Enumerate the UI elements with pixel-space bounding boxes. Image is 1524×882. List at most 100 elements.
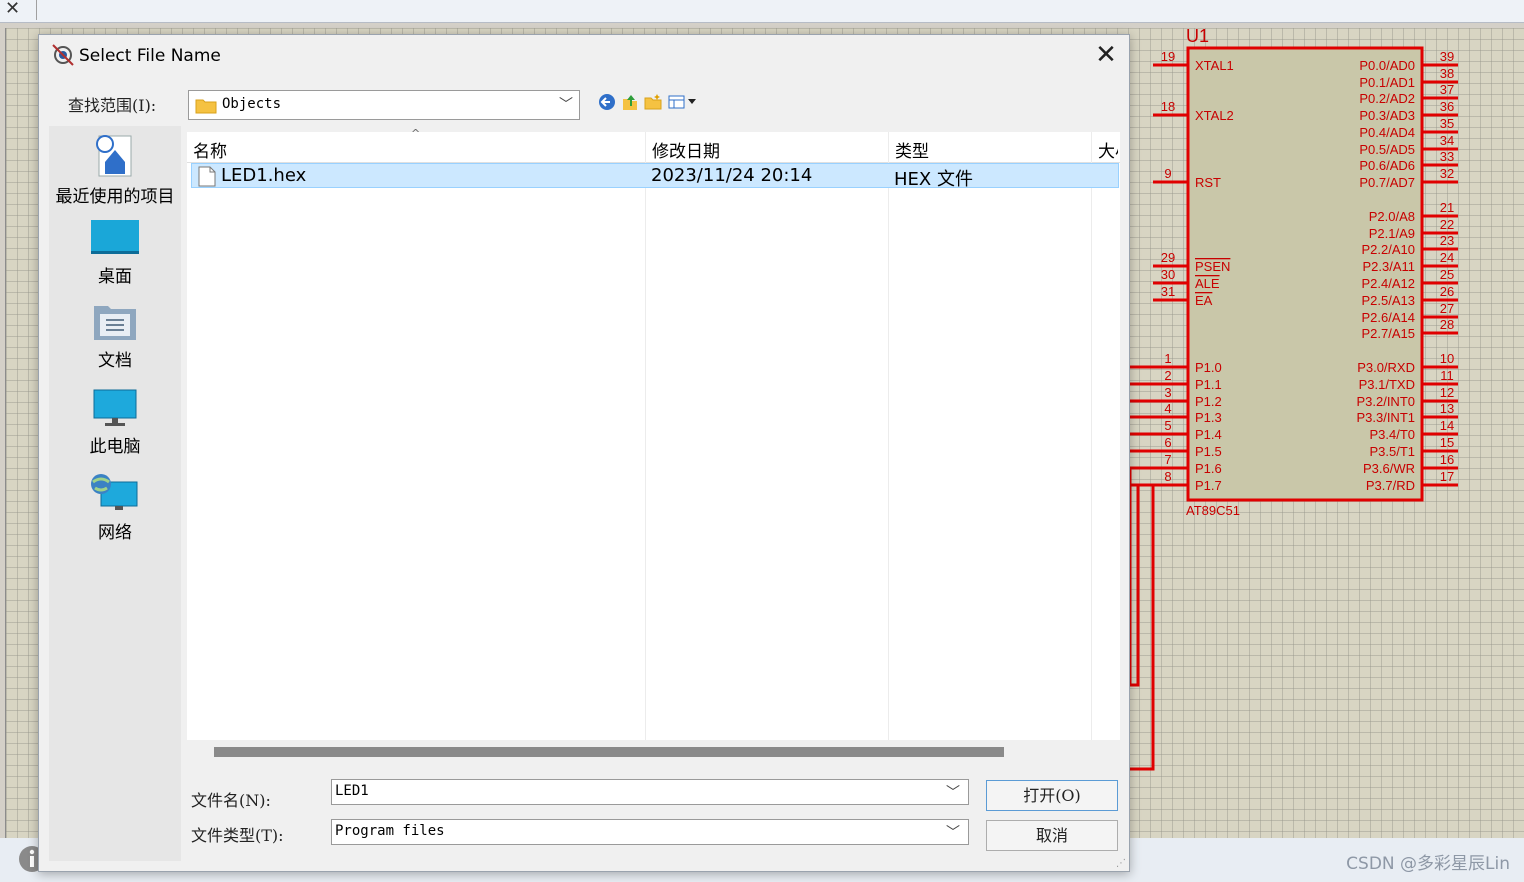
pin-label: P3.1/TXD [1359, 377, 1415, 392]
file-list[interactable]: ^ 名称 修改日期 类型 大小 LED1.hex 2023/11/24 20:1… [187, 127, 1120, 740]
close-icon[interactable]: ✕ [5, 0, 20, 19]
pin-label: P3.7/RD [1366, 478, 1415, 493]
pin-number: 30 [1161, 267, 1175, 282]
place-label: 此电脑 [89, 437, 141, 457]
pin-label: EA [1195, 293, 1213, 308]
pin-label: P1.7 [1195, 478, 1222, 493]
look-in-dropdown[interactable]: Objects ﹀ [188, 90, 580, 120]
filetype-select[interactable]: Program files ﹀ [331, 819, 969, 845]
pin-number: 12 [1440, 385, 1454, 400]
filetype-value: Program files [335, 823, 445, 839]
wire [1130, 485, 1155, 771]
pin-label: P2.5/A13 [1362, 293, 1416, 308]
pin-number: 32 [1440, 166, 1454, 181]
pin-label: P2.3/A11 [1362, 259, 1415, 274]
chevron-down-icon[interactable]: ﹀ [946, 822, 960, 842]
pin-label: P2.2/A10 [1362, 242, 1416, 257]
pin-label: P3.2/INT0 [1356, 394, 1415, 409]
pin-label: P0.1/AD1 [1359, 75, 1415, 90]
pin-number: 16 [1440, 452, 1454, 467]
up-folder-icon[interactable] [621, 93, 639, 111]
pin-label: PSEN [1195, 259, 1230, 274]
pin-number: 3 [1164, 385, 1171, 400]
place-desktop[interactable]: 桌面 [49, 218, 181, 287]
dialog-title: Select File Name [79, 46, 221, 66]
filetype-label: 文件类型(T): [191, 826, 284, 845]
look-in-label: 查找范围(I): [68, 96, 157, 115]
pin-number: 19 [1161, 49, 1175, 64]
resize-grip-icon[interactable]: ⋰ [1116, 858, 1126, 869]
pin-label: P1.1 [1195, 377, 1222, 392]
place-this-pc[interactable]: 此电脑 [49, 388, 181, 457]
pin-number: 27 [1440, 301, 1454, 316]
look-in-value: Objects [222, 96, 282, 112]
column-header-type[interactable]: 类型 [895, 137, 929, 162]
pin-label: P1.6 [1195, 461, 1222, 476]
close-button[interactable]: ✕ [1091, 41, 1121, 71]
place-documents[interactable]: 文档 [49, 302, 181, 371]
scrollbar-thumb[interactable] [214, 747, 1004, 757]
pin-number: 18 [1161, 99, 1175, 114]
pin-label: XTAL1 [1195, 58, 1234, 73]
this-pc-icon [93, 389, 137, 426]
at89c51-chip[interactable]: U1AT89C5119XTAL118XTAL29RST29PSEN30ALE31… [1120, 25, 1470, 785]
place-recent[interactable]: 最近使用的项目 [49, 132, 181, 207]
pin-label: P0.3/AD3 [1359, 108, 1415, 123]
column-header-size[interactable]: 大小 [1098, 137, 1118, 162]
sort-arrow-icon: ^ [411, 127, 421, 140]
pin-number: 29 [1161, 250, 1175, 265]
column-header-modified[interactable]: 修改日期 [652, 137, 720, 162]
pin-number: 8 [1164, 469, 1171, 484]
editor-toolbar: ✕ [0, 0, 1524, 23]
pin-number: 11 [1440, 368, 1454, 383]
pin-number: 31 [1161, 284, 1175, 299]
pin-label: P1.2 [1195, 394, 1222, 409]
pin-number: 23 [1440, 233, 1454, 248]
file-name: LED1.hex [221, 165, 307, 186]
pin-number: 28 [1440, 317, 1454, 332]
file-row[interactable]: LED1.hex 2023/11/24 20:14 HEX 文件 [191, 163, 1119, 190]
pin-label: P3.6/WR [1363, 461, 1415, 476]
desktop-icon [91, 220, 139, 254]
pin-label: P3.4/T0 [1369, 427, 1415, 442]
pin-number: 15 [1440, 435, 1454, 450]
watermark: CSDN @多彩星辰Lin [1346, 854, 1510, 874]
pin-number: 10 [1440, 351, 1454, 366]
pin-number: 36 [1440, 99, 1454, 114]
new-folder-icon[interactable] [644, 93, 662, 111]
pin-number: 24 [1440, 250, 1454, 265]
pin-label: P0.0/AD0 [1359, 58, 1415, 73]
pin-number: 25 [1440, 267, 1454, 282]
pin-number: 5 [1164, 418, 1171, 433]
horizontal-scrollbar[interactable] [187, 740, 1120, 762]
open-button[interactable]: 打开(O) [986, 780, 1118, 811]
pin-number: 9 [1164, 166, 1171, 181]
chip-part-label: AT89C51 [1186, 503, 1240, 518]
documents-icon [94, 306, 136, 340]
pin-label: XTAL2 [1195, 108, 1234, 123]
pin-label: P3.3/INT1 [1356, 410, 1415, 425]
chevron-down-icon[interactable]: ﹀ [946, 782, 960, 802]
app-icon [52, 44, 74, 66]
column-header-name[interactable]: 名称 [193, 137, 227, 162]
filename-input[interactable]: LED1 ﹀ [331, 779, 969, 805]
pin-label: P1.5 [1195, 444, 1222, 459]
pin-number: 4 [1164, 401, 1171, 416]
place-label: 桌面 [98, 267, 132, 287]
back-icon[interactable] [598, 93, 616, 111]
pin-number: 21 [1440, 200, 1454, 215]
view-menu-icon[interactable] [668, 93, 702, 111]
place-network[interactable]: 网络 [49, 472, 181, 543]
pin-label: ALE [1195, 276, 1220, 291]
pin-number: 22 [1440, 217, 1454, 232]
pin-label: P2.1/A9 [1369, 226, 1415, 241]
pin-label: P0.5/AD5 [1359, 142, 1415, 157]
file-type: HEX 文件 [894, 169, 973, 190]
chip-ref-label: U1 [1186, 26, 1209, 46]
file-list-header: ^ 名称 修改日期 类型 大小 [187, 127, 1120, 163]
pin-label: P0.7/AD7 [1359, 175, 1415, 190]
cancel-button[interactable]: 取消 [986, 820, 1118, 851]
column-divider [888, 132, 889, 740]
pin-label: P2.4/A12 [1362, 276, 1416, 291]
pin-label: P3.0/RXD [1357, 360, 1415, 375]
